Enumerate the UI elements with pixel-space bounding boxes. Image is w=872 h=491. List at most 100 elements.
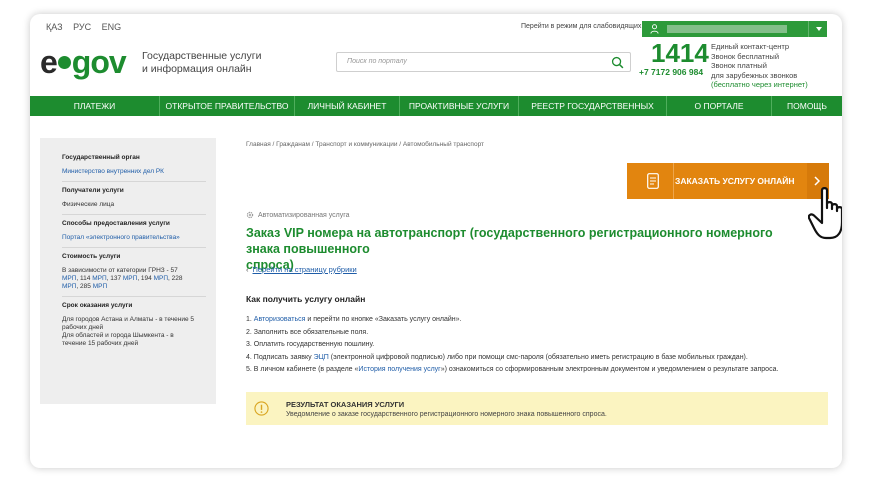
term-text: Для областей и города Шымкента - в [62,332,174,339]
divider [808,21,809,37]
sidebar-title: Стоимость услуги [62,253,121,260]
cost-text: МРП, 285 МРП [62,283,206,291]
cost-value: , 194 [137,275,154,282]
step-text: (электронной цифровой подписью) либо при… [328,353,748,361]
nav-item-open-government[interactable]: ОТКРЫТОЕ ПРАВИТЕЛЬСТВО [160,96,295,116]
gov-body-link[interactable]: Министерство внутренних дел РК [62,168,206,176]
nav-item-about[interactable]: О ПОРТАЛЕ [667,96,772,116]
mrp-link[interactable]: МРП [62,275,76,282]
authorize-link[interactable]: Авторизоваться [254,316,306,323]
nav-item-payments[interactable]: ПЛАТЕЖИ [30,96,160,116]
user-menu[interactable] [642,21,827,37]
sidebar-gov-body: Государственный орган Министерство внутр… [62,154,206,182]
cost-value: , 137 [106,275,123,282]
list-item: 4. Подписать заявку ЭЦП (электронной циф… [246,352,826,365]
divider [673,163,674,199]
logo-subtitle-line: Государственные услуги [142,50,262,62]
contact-info-line: Звонок бесплатный [711,51,780,61]
term-text: Для городов Астана и Алматы - в течение … [62,316,194,323]
sidebar-title: Срок оказания услуги [62,302,133,309]
step-text: и перейти по кнопке «Заказать услугу онл… [305,316,462,323]
sidebar-title: Государственный орган [62,154,140,161]
steps-list: 1. Авторизоваться и перейти по кнопке «З… [246,314,826,377]
cost-value: , 114 [76,275,93,282]
cost-text: В зависимости от категории ГРНЗ - 57 [62,267,178,274]
breadcrumb[interactable]: Главная / Гражданам / Транспорт и коммун… [246,141,484,148]
service-result-box: РЕЗУЛЬТАТ ОКАЗАНИЯ УСЛУГИ Уведомление о … [246,392,828,425]
lang-kaz[interactable]: ҚАЗ [46,22,63,32]
automated-service-text: Автоматизированная услуга [258,211,350,219]
accessibility-mode-link[interactable]: Перейти в режим для слабовидящих [521,23,641,30]
cost-text: МРП, 114 МРП, 137 МРП, 194 МРП, 228 [62,275,206,283]
chevron-right-icon [814,176,821,186]
order-service-online-button[interactable]: ЗАКАЗАТЬ УСЛУГУ ОНЛАЙН [627,163,829,199]
result-text: Уведомление о заказе государственного ре… [286,411,607,418]
sidebar-term: Срок оказания услуги Для городов Астана … [62,302,206,353]
sidebar-recipients: Получатели услуги Физические лица [62,187,206,215]
order-button-label: ЗАКАЗАТЬ УСЛУГУ ОНЛАЙН [675,176,795,186]
mrp-link[interactable]: МРП [154,275,168,282]
result-title: РЕЗУЛЬТАТ ОКАЗАНИЯ УСЛУГИ [286,400,405,409]
logo-dot-icon [57,56,71,70]
chevron-left-icon: ‹ [246,265,249,274]
step-text: 4. Подписать заявку [246,353,314,361]
back-to-category-link[interactable]: ‹ Перейти на страницу рубрики [246,265,357,274]
nav-item-personal-account[interactable]: ЛИЧНЫЙ КАБИНЕТ [295,96,400,116]
egov-portal-link[interactable]: Портал «электронного правительства» [62,234,206,242]
nav-item-help[interactable]: ПОМОЩЬ [772,96,842,116]
logo-text-left: e [40,44,58,80]
chevron-down-icon[interactable] [816,27,822,31]
search-input[interactable]: Поиск по порталу [347,58,407,65]
info-icon [254,401,269,416]
step-text: 5. В личном кабинете (в разделе « [246,366,359,374]
user-name-redacted [667,25,787,33]
contact-center-info: Единый контакт-центр Звонок бесплатный З… [711,42,836,90]
main-nav: ПЛАТЕЖИ ОТКРЫТОЕ ПРАВИТЕЛЬСТВО ЛИЧНЫЙ КА… [30,96,842,131]
document-icon [647,173,659,189]
lang-rus[interactable]: РУС [73,22,91,32]
list-item: 5. В личном кабинете (в разделе «История… [246,364,826,377]
contact-center-number: 1414 [651,38,709,68]
contact-info-line: Единый контакт-центр [711,42,790,51]
search-box[interactable]: Поиск по порталу [336,52,631,72]
logo-text-right: gov [71,44,127,80]
service-info-sidebar: Государственный орган Министерство внутр… [40,138,216,404]
nav-item-services-registry[interactable]: РЕЕСТР ГОСУДАРСТВЕННЫХ УСЛУГ [519,96,667,131]
lang-eng[interactable]: ENG [102,22,122,32]
list-item: 2. Заполнить все обязательные поля. [246,328,369,336]
contact-info-line: Звонок платный [711,61,767,70]
search-icon[interactable] [611,56,624,69]
cost-value: , 285 [76,283,93,290]
mrp-link[interactable]: МРП [92,275,106,282]
egov-logo[interactable]: e gov [40,44,127,81]
logo-subtitle-line: и информация онлайн [142,63,252,75]
mrp-link[interactable]: МРП [93,283,107,290]
how-to-get-title: Как получить услугу онлайн [246,294,366,304]
sidebar-title: Способы предоставления услуги [62,220,170,227]
nav-item-proactive-services[interactable]: ПРОАКТИВНЫЕ УСЛУГИ [400,96,519,116]
sidebar-methods: Способы предоставления услуги Портал «эл… [62,220,206,248]
user-icon [650,24,659,34]
international-phone: +7 7172 906 984 [639,67,704,77]
mrp-link[interactable]: МРП [62,283,76,290]
free-call-link[interactable]: (бесплатно через интернет) [711,80,836,90]
eds-link[interactable]: ЭЦП [314,354,329,361]
logo-subtitle: Государственные услуги и информация онла… [142,50,272,76]
page-title-line: Заказ VIP номера на автотранспорт (госуд… [246,226,773,256]
mrp-link[interactable]: МРП [123,275,137,282]
gear-icon [246,211,254,219]
term-text: течение 15 рабочих дней [62,340,139,347]
term-text: рабочих дней [62,324,104,331]
pointing-hand-cursor-icon [808,187,842,240]
cost-value: , 228 [168,275,183,282]
back-link-text: Перейти на страницу рубрики [252,265,357,274]
sidebar-title: Получатели услуги [62,187,124,194]
contact-info-line: для зарубежных звонков [711,70,798,80]
automated-service-label: Автоматизированная услуга [246,211,350,219]
step-text: ») ознакомиться со сформированным электр… [440,366,779,374]
language-switcher: ҚАЗ РУС ENG [46,22,129,32]
top-bar: ҚАЗ РУС ENG Перейти в режим для слабовид… [30,14,842,37]
list-item: 1. Авторизоваться и перейти по кнопке «З… [246,314,826,327]
services-history-link[interactable]: История получения услуг [358,366,440,373]
step-text: 1. [246,316,254,323]
